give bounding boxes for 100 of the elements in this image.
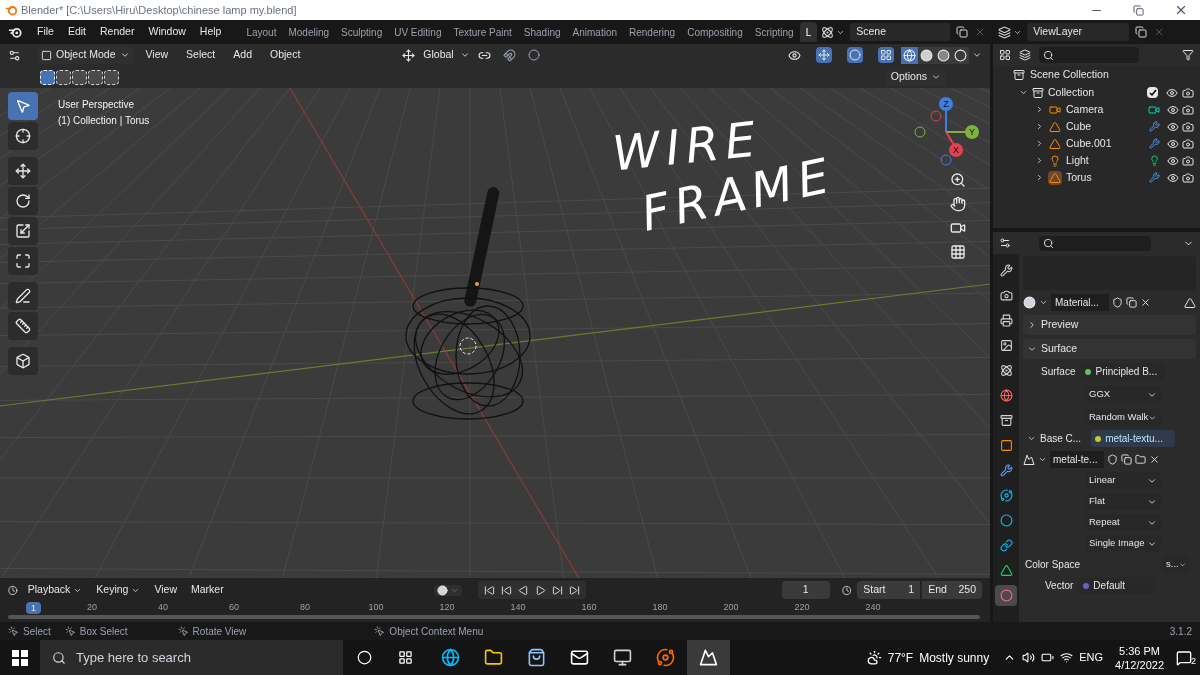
editor-type-icon[interactable] (999, 237, 1011, 249)
start-frame-field[interactable]: Start 1 (857, 581, 921, 599)
workspace-tab[interactable]: Shading (517, 22, 567, 42)
orientation-dropdown[interactable]: Global (419, 47, 474, 63)
dropdown[interactable]: Flat (1085, 493, 1161, 510)
end-frame-field[interactable]: End 250 (922, 581, 982, 599)
prev-keyframe-icon[interactable] (500, 584, 512, 596)
camera-icon[interactable] (1182, 137, 1194, 150)
shading-button[interactable] (935, 46, 952, 64)
grid-icon[interactable] (950, 244, 966, 260)
copy-icon[interactable] (1121, 454, 1132, 465)
workspace-tab[interactable]: Rendering (623, 22, 682, 42)
dropdown[interactable]: s... (1162, 556, 1190, 573)
mesh-icon[interactable] (1184, 296, 1196, 309)
camera-icon[interactable] (1182, 103, 1194, 116)
selection-mode-button[interactable] (104, 69, 119, 85)
maximize-icon[interactable] (1133, 4, 1144, 16)
camera-icon[interactable] (1182, 86, 1194, 99)
selection-mode-button[interactable] (88, 69, 103, 85)
close-icon[interactable] (1174, 3, 1188, 17)
taskbar-search-field[interactable]: Type here to search (40, 640, 343, 675)
shading-button[interactable] (918, 46, 935, 64)
jump-start-icon[interactable] (483, 584, 495, 596)
zoom-icon[interactable] (950, 172, 966, 188)
eye-icon[interactable] (1167, 103, 1179, 116)
scene-field[interactable]: Scene (850, 23, 951, 41)
magnet-icon[interactable] (502, 48, 516, 62)
eye-icon[interactable] (1167, 120, 1179, 133)
shield-icon[interactable] (1112, 297, 1123, 308)
record-icon[interactable] (436, 584, 448, 596)
frame-marker[interactable]: 1 (26, 602, 41, 614)
tree-item[interactable]: Cube.001 (1066, 135, 1112, 152)
workspace-tab[interactable]: Sculpting (335, 22, 389, 42)
eye-icon[interactable] (1166, 86, 1178, 99)
overlay-toggle[interactable] (847, 47, 863, 63)
camera-icon[interactable] (1182, 171, 1194, 184)
tool-button[interactable] (8, 247, 38, 275)
image-field[interactable]: metal-te... (1050, 451, 1104, 468)
eye-icon[interactable] (1167, 137, 1179, 150)
workspace-tab[interactable]: Texture Paint (447, 22, 518, 42)
selection-mode-button[interactable] (56, 69, 71, 85)
tree-item[interactable]: Camera (1066, 101, 1104, 118)
menu-item[interactable]: View (139, 47, 175, 63)
play-reverse-icon[interactable] (517, 584, 529, 596)
tree-item[interactable]: Cube (1066, 118, 1092, 135)
tool-button[interactable] (8, 187, 38, 215)
menu-item[interactable]: Object (264, 47, 307, 63)
shading-button[interactable] (952, 46, 969, 64)
menu-item[interactable]: Edit (60, 24, 93, 40)
camera-icon[interactable] (950, 220, 966, 236)
panel-header[interactable]: Preview (1023, 315, 1196, 335)
eye-icon[interactable] (788, 48, 801, 62)
hand-icon[interactable] (950, 196, 966, 212)
tool-button[interactable] (8, 122, 38, 150)
copy-icon[interactable] (956, 26, 969, 38)
cortana-icon[interactable] (357, 650, 372, 665)
tool-button[interactable] (8, 217, 38, 245)
menu-item[interactable]: Window (141, 24, 193, 40)
tree-item[interactable]: Torus (1066, 169, 1092, 186)
tool-button[interactable] (8, 92, 38, 120)
menu-item[interactable]: Playback (23, 582, 87, 598)
camera-icon[interactable] (1182, 154, 1194, 167)
windows-logo-icon[interactable] (12, 649, 28, 666)
filter-layers-icon[interactable] (1019, 49, 1031, 61)
texture-field[interactable]: metal-textu... (1091, 430, 1176, 447)
tool-button[interactable] (8, 312, 38, 340)
menu-item[interactable]: Render (93, 24, 142, 40)
task-view-icon[interactable] (398, 650, 413, 665)
menu-item[interactable]: View (150, 582, 181, 598)
workspace-tab[interactable]: Compositing (681, 22, 749, 42)
dropdown[interactable]: Random Walk (1085, 409, 1161, 426)
search-field[interactable] (1039, 235, 1151, 251)
proportional-icon[interactable] (527, 49, 540, 61)
xray-toggle[interactable] (878, 47, 894, 63)
vector-field[interactable]: Default (1079, 577, 1156, 594)
panel-header[interactable]: Surface (1023, 339, 1196, 359)
shading-button[interactable] (901, 46, 918, 64)
play-icon[interactable] (534, 584, 546, 596)
selection-mode-button[interactable] (72, 69, 87, 85)
battery-icon[interactable] (1041, 651, 1055, 664)
copy-icon[interactable] (1126, 297, 1137, 308)
dropdown[interactable]: Repeat (1085, 514, 1161, 531)
workspace-tab[interactable]: Scripting (748, 22, 800, 42)
jump-end-icon[interactable] (568, 584, 580, 596)
workspace-tab[interactable]: UV Editing (388, 22, 448, 42)
material-field[interactable]: Material... (1051, 294, 1109, 311)
dropdown[interactable]: GGX (1085, 386, 1161, 403)
current-frame-field[interactable]: 1 (781, 581, 830, 599)
tool-button[interactable] (8, 347, 38, 375)
tree-item[interactable]: Light (1066, 152, 1089, 169)
editor-type-icon[interactable] (8, 48, 21, 62)
workspace-tab[interactable]: Layout (240, 22, 283, 42)
folder-icon[interactable] (1135, 454, 1146, 465)
menu-item[interactable]: Keying (92, 582, 145, 598)
camera-icon[interactable] (1182, 120, 1194, 133)
dropdown[interactable]: Linear (1085, 472, 1161, 489)
network-icon[interactable] (1060, 651, 1074, 664)
workspace-tab[interactable]: Modeling (282, 22, 336, 42)
close-icon[interactable] (1149, 454, 1160, 465)
search-field[interactable] (1039, 47, 1139, 63)
